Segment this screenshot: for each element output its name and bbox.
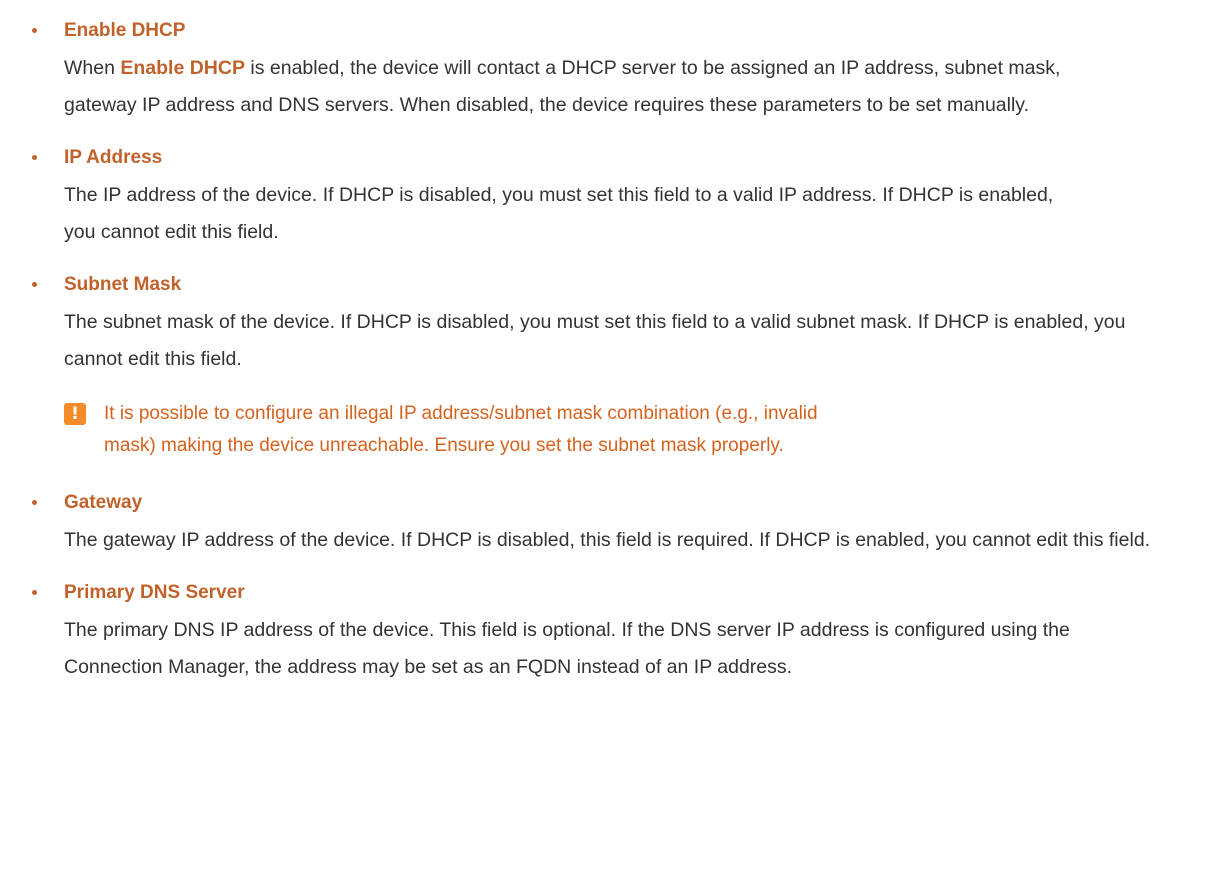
warning-icon: ! [64,403,86,425]
bullet-icon [32,28,37,33]
document-page: Enable DHCP When Enable DHCP is enabled,… [0,0,1210,895]
term-primary-dns: Primary DNS Server [64,582,245,603]
list-item-gateway: Gateway The gateway IP address of the de… [32,484,1190,559]
desc-primary-dns: The primary DNS IP address of the device… [64,619,1070,678]
warning-note: ! It is possible to configure an illegal… [64,398,1190,462]
bullet-icon [32,282,37,287]
list-item-subnet-mask: Subnet Mask The subnet mask of the devic… [32,266,1190,378]
desc-highlight: Enable DHCP [120,57,245,79]
bullet-icon [32,590,37,595]
desc-prefix: When [64,57,121,79]
term-gateway: Gateway [64,492,143,513]
desc-subnet-mask: The subnet mask of the device. If DHCP i… [64,311,1126,370]
list-item-enable-dhcp: Enable DHCP When Enable DHCP is enabled,… [32,12,1190,124]
list-item-primary-dns: Primary DNS Server The primary DNS IP ad… [32,574,1190,686]
list-item-ip-address: IP Address The IP address of the device.… [32,139,1190,251]
bullet-icon [32,500,37,505]
term-ip-address: IP Address [64,147,163,168]
bullet-icon [32,155,37,160]
desc-enable-dhcp: When Enable DHCP is enabled, the device … [64,50,1104,124]
desc-gateway: The gateway IP address of the device. If… [64,529,1151,551]
term-enable-dhcp: Enable DHCP [64,20,186,41]
desc-ip-address: The IP address of the device. If DHCP is… [64,184,1054,243]
term-subnet-mask: Subnet Mask [64,274,182,295]
warning-text: It is possible to configure an illegal I… [104,403,818,456]
